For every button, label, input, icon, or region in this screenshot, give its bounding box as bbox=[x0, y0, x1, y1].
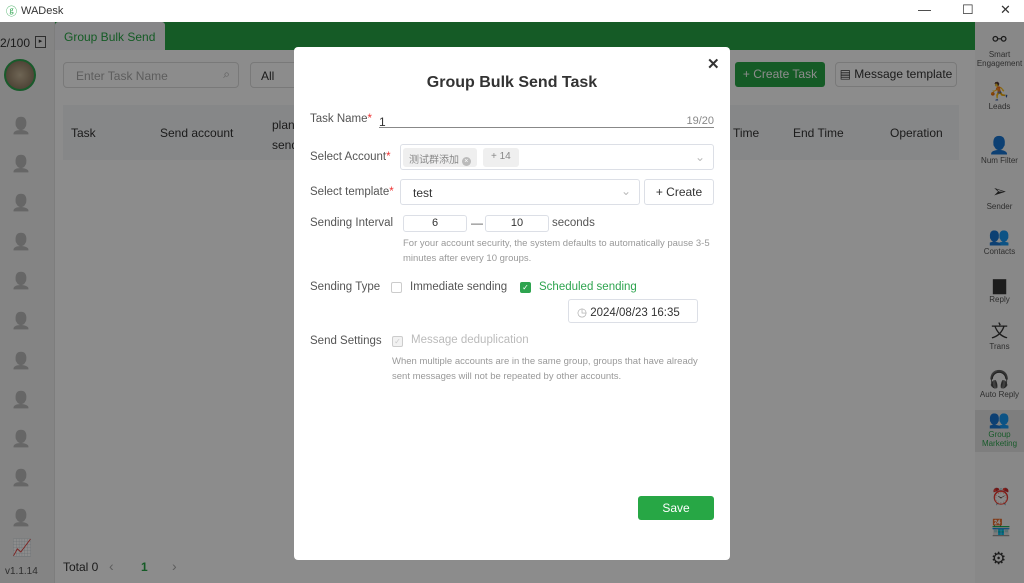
char-counter: 19/20 bbox=[686, 115, 714, 127]
minimize-button[interactable]: — bbox=[918, 2, 931, 17]
app-logo-icon: ⓖ bbox=[6, 6, 17, 18]
immediate-checkbox[interactable] bbox=[391, 282, 402, 293]
close-window-button[interactable]: ✕ bbox=[1000, 2, 1011, 18]
interval-hint: For your account security, the system de… bbox=[403, 238, 710, 264]
send-settings-label: Send Settings bbox=[310, 335, 382, 347]
dedup-checkbox: ✓ bbox=[392, 336, 403, 347]
account-tag: 测试群添加 × bbox=[403, 148, 477, 167]
maximize-button[interactable]: ☐ bbox=[962, 2, 974, 18]
immediate-label[interactable]: Immediate sending bbox=[410, 281, 507, 293]
scheduled-checkbox[interactable]: ✓ bbox=[520, 282, 531, 293]
dialog-title: Group Bulk Send Task bbox=[426, 74, 598, 91]
dedup-hint: When multiple accounts are in the same g… bbox=[392, 356, 698, 382]
account-label: Select Account* bbox=[310, 151, 391, 163]
task-name-label: Task Name* bbox=[310, 113, 373, 125]
clock-icon: ◷ bbox=[577, 307, 588, 319]
account-select[interactable]: 测试群添加 × + 14 ⌄ bbox=[400, 144, 714, 170]
interval-min-input[interactable]: 6 bbox=[403, 215, 467, 232]
more-accounts-tag: + 14 bbox=[483, 148, 519, 167]
interval-max-input[interactable]: 10 bbox=[485, 215, 549, 232]
save-button[interactable]: Save bbox=[638, 496, 714, 520]
close-dialog-button[interactable]: ✕ bbox=[707, 55, 720, 73]
interval-separator: — bbox=[471, 216, 483, 230]
datetime-picker[interactable]: ◷ 2024/08/23 16:35 bbox=[568, 299, 698, 323]
task-name-value: 1 bbox=[379, 115, 386, 129]
remove-tag-icon[interactable]: × bbox=[461, 157, 471, 166]
title-bar: ⓖ WADesk — ☐ ✕ bbox=[0, 0, 1024, 22]
template-value: test bbox=[413, 186, 433, 200]
app-title: WADesk bbox=[21, 5, 64, 17]
interval-unit: seconds bbox=[552, 217, 595, 229]
bulk-send-task-dialog: Group Bulk Send Task ✕ Task Name* 1 19/2… bbox=[294, 47, 730, 560]
chevron-down-icon: ⌄ bbox=[620, 184, 631, 198]
chevron-down-icon: ⌄ bbox=[694, 150, 705, 164]
template-label: Select template* bbox=[310, 186, 394, 198]
datetime-value: 2024/08/23 16:35 bbox=[590, 307, 680, 319]
dedup-label: Message deduplication bbox=[411, 334, 529, 346]
template-select[interactable]: test ⌄ bbox=[400, 179, 640, 205]
interval-label: Sending Interval bbox=[310, 217, 394, 229]
task-name-input[interactable]: 1 19/20 bbox=[379, 113, 714, 129]
create-template-button[interactable]: + Create bbox=[644, 179, 714, 205]
scheduled-label[interactable]: Scheduled sending bbox=[539, 281, 637, 293]
sending-type-label: Sending Type bbox=[310, 281, 381, 293]
